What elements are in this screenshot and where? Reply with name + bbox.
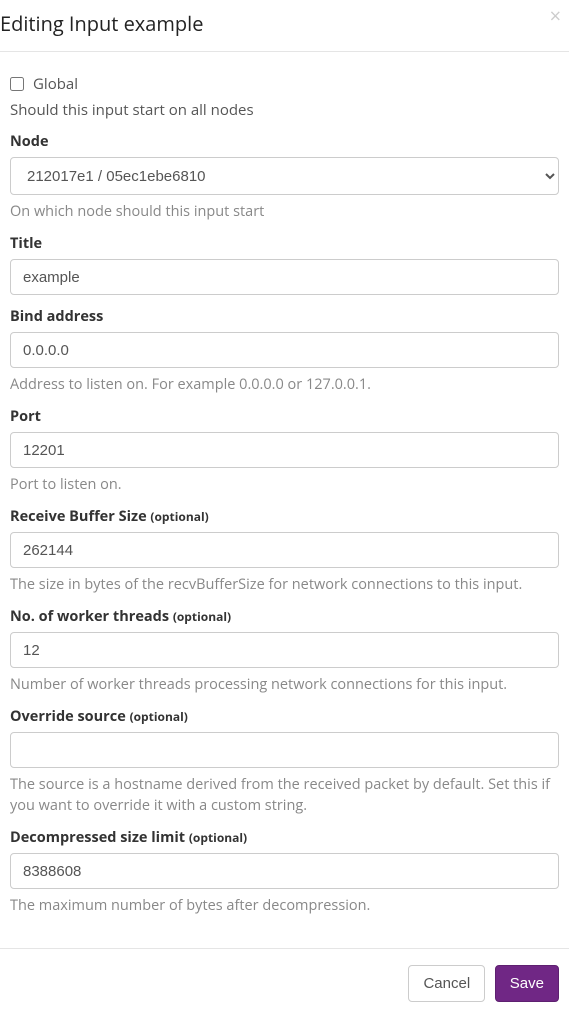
dialog-title: Editing Input example xyxy=(0,10,554,37)
port-help: Port to listen on. xyxy=(10,474,559,495)
bind-address-label: Bind address xyxy=(10,307,559,326)
recv-buffer-label-text: Receive Buffer Size xyxy=(10,507,147,526)
node-help: On which node should this input start xyxy=(10,201,559,222)
save-button[interactable]: Save xyxy=(495,965,559,1002)
decompressed-size-label-text: Decompressed size limit xyxy=(10,828,185,847)
worker-threads-help: Number of worker threads processing netw… xyxy=(10,674,559,695)
decompressed-size-field: Decompressed size limit (optional) The m… xyxy=(10,828,559,916)
cancel-button[interactable]: Cancel xyxy=(408,965,485,1002)
override-source-label: Override source (optional) xyxy=(10,707,559,726)
worker-threads-label: No. of worker threads (optional) xyxy=(10,607,559,626)
title-input[interactable] xyxy=(10,259,559,295)
node-field: Node 212017e1 / 05ec1ebe6810 On which no… xyxy=(10,132,559,222)
recv-buffer-field: Receive Buffer Size (optional) The size … xyxy=(10,507,559,595)
decompressed-size-help: The maximum number of bytes after decomp… xyxy=(10,895,559,916)
global-help: Should this input start on all nodes xyxy=(10,100,559,120)
dialog-footer: Cancel Save xyxy=(0,949,569,1012)
override-source-input[interactable] xyxy=(10,732,559,768)
recv-buffer-input[interactable] xyxy=(10,532,559,568)
node-label: Node xyxy=(10,132,559,151)
title-field: Title xyxy=(10,234,559,295)
recv-buffer-label: Receive Buffer Size (optional) xyxy=(10,507,559,526)
global-label[interactable]: Global xyxy=(33,74,78,94)
decompressed-size-label: Decompressed size limit (optional) xyxy=(10,828,559,847)
decompressed-size-optional: (optional) xyxy=(189,829,247,846)
worker-threads-field: No. of worker threads (optional) Number … xyxy=(10,607,559,695)
global-row: Global xyxy=(10,74,559,94)
title-label: Title xyxy=(10,234,559,253)
dialog-header: Editing Input example × xyxy=(0,0,569,52)
port-label: Port xyxy=(10,407,559,426)
worker-threads-optional: (optional) xyxy=(173,608,231,625)
recv-buffer-help: The size in bytes of the recvBufferSize … xyxy=(10,574,559,595)
global-checkbox[interactable] xyxy=(10,77,24,91)
worker-threads-label-text: No. of worker threads xyxy=(10,607,169,626)
override-source-help: The source is a hostname derived from th… xyxy=(10,774,559,816)
close-icon[interactable]: × xyxy=(550,6,561,26)
bind-address-field: Bind address Address to listen on. For e… xyxy=(10,307,559,395)
node-select[interactable]: 212017e1 / 05ec1ebe6810 xyxy=(10,157,559,195)
worker-threads-input[interactable] xyxy=(10,632,559,668)
override-source-field: Override source (optional) The source is… xyxy=(10,707,559,816)
bind-address-input[interactable] xyxy=(10,332,559,368)
recv-buffer-optional: (optional) xyxy=(150,508,208,525)
override-source-optional: (optional) xyxy=(130,708,188,725)
decompressed-size-input[interactable] xyxy=(10,853,559,889)
port-field: Port Port to listen on. xyxy=(10,407,559,495)
port-input[interactable] xyxy=(10,432,559,468)
dialog-body: Global Should this input start on all no… xyxy=(0,52,569,948)
override-source-label-text: Override source xyxy=(10,707,126,726)
bind-address-help: Address to listen on. For example 0.0.0.… xyxy=(10,374,559,395)
